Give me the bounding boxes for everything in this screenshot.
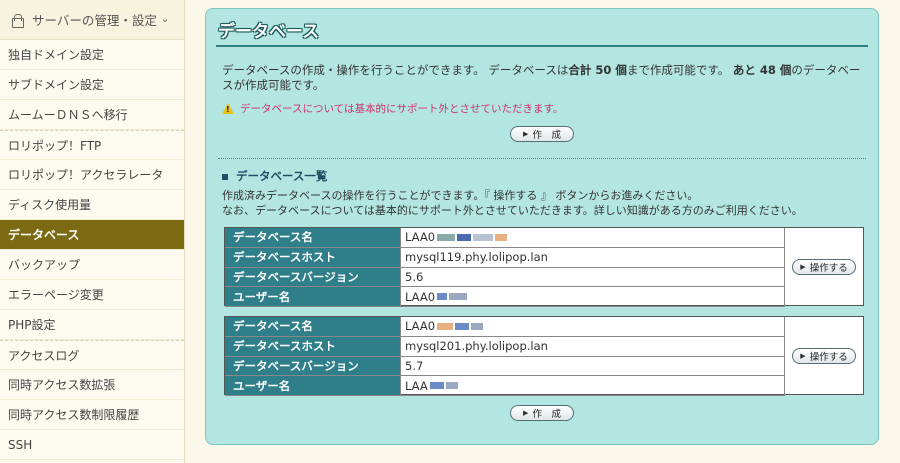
db-name-value: LAA0 (401, 228, 785, 247)
database-table-2: データベース名 LAA0 データベースホスト mysql201.phy.loli… (224, 316, 864, 396)
redacted-mark (445, 382, 458, 390)
intro-remaining: あと 48 個 (732, 63, 792, 77)
create-database-button-bottom[interactable]: ▶ 作 成 (510, 405, 574, 421)
redacted-mark (437, 293, 448, 301)
play-icon: ▶ (523, 130, 529, 138)
sidebar: サーバーの管理・設定 ⌄ 独自ドメイン設定 サブドメイン設定 ムームーＤＮＳへ移… (0, 0, 185, 463)
warning-text: データベースについては基本的にサポート外とさせていただきます。 (240, 103, 564, 115)
redacted-mark (471, 322, 484, 330)
sidebar-item-concurrent-access[interactable]: 同時アクセス数拡張 (0, 370, 184, 400)
operate-button-label: 操作する (809, 351, 848, 363)
db-host-label: データベースホスト (225, 247, 401, 267)
db-name-value: LAA0 (401, 317, 785, 336)
redacted-mark (437, 322, 454, 330)
database-table-1: データベース名 LAA0 データベースホスト mysql119.phy.loli… (224, 227, 864, 307)
table-row: データベースホスト mysql119.phy.lolipop.lan (225, 247, 785, 268)
sidebar-item-php-settings[interactable]: PHP設定 (0, 310, 184, 340)
db-version-value: 5.7 (401, 356, 785, 376)
db-version-label: データベースバージョン (225, 356, 401, 376)
db-host-label: データベースホスト (225, 336, 401, 356)
list-desc-line1: 作成済みデータベースの操作を行うことができます。『 操作する 』 ボタンからお進… (222, 189, 699, 202)
create-button-label: 作 成 (532, 130, 561, 141)
operate-button-1[interactable]: ▶ 操作する (792, 258, 856, 275)
sidebar-item-error-page[interactable]: エラーページ変更 (0, 280, 184, 310)
redacted-mark (457, 233, 472, 241)
play-icon: ▶ (800, 351, 806, 360)
db-action-cell: ▶ 操作する (785, 317, 863, 394)
sidebar-item-custom-domain[interactable]: 独自ドメイン設定 (0, 40, 184, 70)
table-row: データベースバージョン 5.6 (225, 267, 785, 288)
sidebar-item-concurrent-limit-history[interactable]: 同時アクセス数制限履歴 (0, 400, 184, 430)
sidebar-item-ftp[interactable]: ロリポップ！FTP (0, 130, 184, 160)
db-version-label: データベースバージョン (225, 267, 401, 287)
db-name-label: データベース名 (225, 317, 401, 336)
intro-total-limit: 合計 50 個 (568, 63, 627, 77)
table-row: データベースバージョン 5.7 (225, 356, 785, 377)
sidebar-item-disk-usage[interactable]: ディスク使用量 (0, 190, 184, 220)
db-version-value: 5.6 (401, 267, 785, 287)
table-row: ユーザー名 LAA0 (225, 287, 785, 307)
table-row: ユーザー名 LAA (225, 376, 785, 396)
db-user-label: ユーザー名 (225, 376, 401, 395)
create-database-button-top[interactable]: ▶ 作 成 (510, 126, 574, 142)
intro-part2: まで作成可能です。 (626, 63, 730, 77)
db-name-label: データベース名 (225, 228, 401, 247)
redacted-mark (473, 233, 494, 241)
db-user-label: ユーザー名 (225, 287, 401, 306)
sidebar-item-access-log[interactable]: アクセスログ (0, 340, 184, 370)
db-name-text: LAA0 (405, 230, 436, 245)
title-divider (216, 45, 868, 47)
db-user-value: LAA (401, 376, 785, 395)
sidebar-item-database[interactable]: データベース (0, 220, 184, 250)
intro-text: データベースの作成・操作を行うことができます。 データベースは合計 50 個まで… (222, 63, 862, 93)
intro-part1: データベースの作成・操作を行うことができます。 データベースは (222, 63, 569, 77)
square-bullet-icon (222, 173, 228, 180)
table-row: データベースホスト mysql201.phy.lolipop.lan (225, 336, 785, 357)
table-row: データベース名 LAA0 (225, 317, 785, 337)
sidebar-item-ssh[interactable]: SSH (0, 430, 184, 460)
redacted-mark (455, 322, 470, 330)
sidebar-item-subdomain[interactable]: サブドメイン設定 (0, 70, 184, 100)
redacted-mark (437, 233, 456, 241)
chevron-down-icon: ⌄ (160, 14, 170, 25)
play-icon: ▶ (800, 262, 806, 271)
lock-icon (10, 13, 24, 28)
db-host-value: mysql119.phy.lolipop.lan (401, 247, 785, 267)
db-user-text: LAA (405, 378, 428, 393)
page-title: データベース (218, 22, 320, 42)
db-action-cell: ▶ 操作する (785, 228, 863, 305)
create-button-label: 作 成 (532, 409, 561, 420)
operate-button-label: 操作する (809, 262, 848, 274)
redacted-mark (495, 233, 508, 241)
support-warning: ! データベースについては基本的にサポート外とさせていただきます。 (222, 101, 563, 116)
db-host-value: mysql201.phy.lolipop.lan (401, 336, 785, 356)
operate-button-2[interactable]: ▶ 操作する (792, 347, 856, 364)
redacted-mark (449, 293, 468, 301)
list-heading-text: データベース一覧 (236, 169, 328, 183)
section-divider (218, 158, 866, 159)
database-list-description: 作成済みデータベースの操作を行うことができます。『 操作する 』 ボタンからお進… (222, 188, 862, 218)
list-desc-line2: なお、データベースについては基本的にサポート外とさせていただきます。詳しい知識が… (222, 204, 803, 217)
sidebar-item-accelerator[interactable]: ロリポップ！アクセラレータ (0, 160, 184, 190)
database-panel: データベース データベースの作成・操作を行うことができます。 データベースは合計… (205, 8, 879, 445)
db-name-text: LAA0 (405, 319, 436, 334)
sidebar-section-label: サーバーの管理・設定 (32, 13, 157, 28)
sidebar-section-server-settings[interactable]: サーバーの管理・設定 ⌄ (0, 0, 184, 40)
db-user-text: LAA0 (405, 289, 436, 304)
warning-icon: ! (222, 103, 234, 114)
redacted-mark (429, 382, 444, 390)
db-user-value: LAA0 (401, 287, 785, 306)
sidebar-item-muumuu-dns[interactable]: ムームーＤＮＳへ移行 (0, 100, 184, 130)
database-list-heading: データベース一覧 (222, 168, 327, 184)
play-icon: ▶ (523, 409, 529, 417)
table-row: データベース名 LAA0 (225, 228, 785, 248)
sidebar-item-backup[interactable]: バックアップ (0, 250, 184, 280)
